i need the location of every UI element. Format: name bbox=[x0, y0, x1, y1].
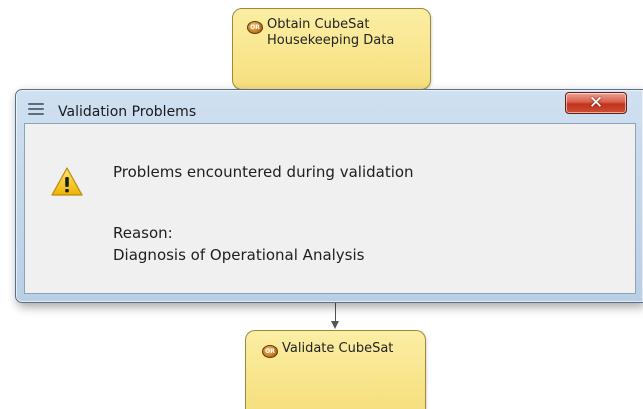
node-label-row: OR Validate CubeSat bbox=[262, 341, 442, 358]
close-icon: ✕ bbox=[588, 93, 604, 113]
dialog-content: Problems encountered during validation R… bbox=[24, 123, 636, 294]
reason-label: Reason: bbox=[113, 224, 173, 242]
node-label: Validate CubeSat bbox=[282, 341, 442, 357]
warning-icon bbox=[51, 167, 83, 196]
activity-node-validate-cubesat[interactable]: OR Validate CubeSat bbox=[245, 330, 426, 409]
validation-message: Problems encountered during validation bbox=[113, 163, 414, 181]
dialog-titlebar[interactable]: Validation Problems ✕ bbox=[16, 90, 643, 124]
reason-text: Diagnosis of Operational Analysis bbox=[113, 246, 365, 264]
activity-node-obtain-housekeeping[interactable]: OR Obtain CubeSat Housekeeping Data bbox=[232, 8, 431, 90]
node-label: Obtain CubeSat Housekeeping Data bbox=[267, 17, 427, 49]
node-label-row: OR Obtain CubeSat Housekeeping Data bbox=[247, 17, 427, 49]
or-badge-icon: OR bbox=[262, 345, 278, 358]
close-button[interactable]: ✕ bbox=[565, 92, 627, 114]
or-badge-icon: OR bbox=[247, 21, 263, 34]
validation-problems-dialog: Validation Problems ✕ Problems encounter… bbox=[15, 89, 643, 303]
dialog-title: Validation Problems bbox=[58, 104, 197, 120]
node-label-text: Obtain CubeSat Housekeeping Data bbox=[267, 17, 395, 48]
arrowhead-icon bbox=[331, 321, 339, 329]
node-label-text: Validate CubeSat bbox=[282, 341, 394, 356]
menu-lines-icon[interactable] bbox=[28, 103, 44, 115]
